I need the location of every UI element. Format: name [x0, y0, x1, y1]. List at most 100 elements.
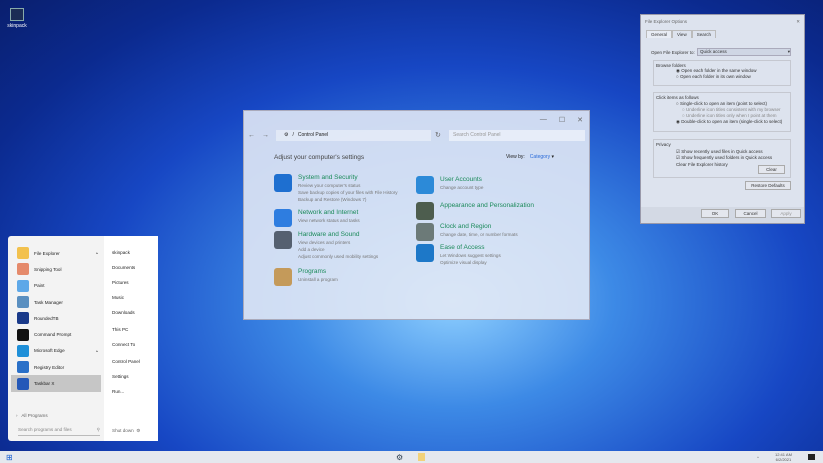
- app-icon: [17, 344, 29, 357]
- checkbox-frequent-folders[interactable]: Show frequently used folders in Quick ac…: [681, 155, 772, 160]
- category-title[interactable]: Hardware and Sound: [298, 231, 378, 238]
- view-by-dropdown[interactable]: Category: [530, 154, 550, 160]
- category-title[interactable]: Ease of Access: [440, 244, 501, 251]
- tray-chevron-icon[interactable]: ^: [757, 455, 759, 460]
- radio-own-window[interactable]: Open each folder in its own window: [680, 74, 751, 79]
- all-programs-button[interactable]: › All Programs: [16, 413, 48, 418]
- start-place-item[interactable]: Settings: [104, 369, 158, 384]
- start-place-item[interactable]: Run...: [104, 384, 158, 399]
- category-ease-of-access: Ease of Access Let Windows suggest settin…: [416, 244, 501, 266]
- start-item[interactable]: File Explorer ▸: [8, 245, 104, 261]
- file-explorer-options-dialog: File Explorer Options ✕ General View Search…: [640, 14, 805, 224]
- minimize-button[interactable]: —: [540, 116, 547, 123]
- start-place-item[interactable]: Control Panel: [104, 354, 158, 369]
- category-link[interactable]: View network status and tasks: [298, 217, 360, 224]
- start-item[interactable]: Task Manager: [8, 294, 104, 310]
- category-link[interactable]: View devices and printers: [298, 239, 378, 246]
- close-button[interactable]: ✕: [796, 19, 800, 25]
- app-icon: [17, 328, 29, 341]
- app-icon: [17, 361, 29, 374]
- start-item[interactable]: RoundedTB: [8, 310, 104, 326]
- file-explorer-taskbar-icon[interactable]: [418, 453, 425, 461]
- tab-general[interactable]: General: [646, 30, 673, 38]
- start-item[interactable]: Taskbar X: [11, 375, 101, 392]
- category-icon: [274, 174, 292, 192]
- category-title[interactable]: Appearance and Personalization: [440, 202, 534, 209]
- forward-button[interactable]: →: [262, 132, 272, 139]
- search-icon: ⚲: [96, 427, 100, 432]
- apply-button[interactable]: Apply: [771, 209, 801, 218]
- radio-same-window[interactable]: Open each folder in the same window: [681, 68, 756, 73]
- control-panel-icon: ⚙: [284, 132, 289, 138]
- category-link[interactable]: Save backup copies of your files with Fi…: [298, 189, 398, 196]
- category-link[interactable]: Optimize visual display: [440, 259, 501, 266]
- tab-search[interactable]: Search: [691, 30, 716, 38]
- category-icon: [416, 223, 434, 241]
- start-place-item[interactable]: This PC: [104, 322, 158, 337]
- radio-underline-browser[interactable]: Underline icon titles consistent with my…: [686, 107, 781, 112]
- category-system-and-security: System and Security Review your computer'…: [274, 174, 398, 203]
- radio-double-click[interactable]: Double-click to open an item (single-cli…: [681, 119, 782, 124]
- checkbox-recent-files[interactable]: Show recently used files in Quick access: [681, 149, 762, 154]
- start-item[interactable]: Snipping Tool: [8, 261, 104, 277]
- app-icon: [17, 296, 29, 309]
- category-title[interactable]: Network and Internet: [298, 209, 360, 216]
- notification-icon[interactable]: [808, 454, 815, 460]
- open-to-dropdown[interactable]: Quick access ▾: [697, 48, 791, 56]
- shutdown-button[interactable]: Shut down ⚙: [112, 428, 140, 434]
- maximize-button[interactable]: ☐: [559, 116, 565, 124]
- category-link[interactable]: Uninstall a program: [298, 276, 338, 283]
- start-place-item[interactable]: Documents: [104, 260, 158, 275]
- restore-defaults-button[interactable]: Restore Defaults: [745, 181, 791, 190]
- back-button[interactable]: ←: [248, 132, 258, 139]
- refresh-button[interactable]: ↻: [435, 131, 445, 139]
- start-menu: File Explorer ▸ Snipping Tool Paint Task Man…: [8, 236, 158, 441]
- category-title[interactable]: System and Security: [298, 174, 398, 181]
- desktop-icon-skinpack[interactable]: skinpack: [6, 8, 28, 29]
- app-icon: [17, 312, 29, 325]
- category-link[interactable]: Let Windows suggest settings: [440, 252, 501, 259]
- submenu-arrow-icon: ▸: [96, 348, 98, 353]
- cancel-button[interactable]: Cancel: [735, 209, 766, 218]
- category-icon: [274, 268, 292, 286]
- close-button[interactable]: ✕: [577, 116, 583, 124]
- radio-underline-point[interactable]: Underline icon titles only when I point …: [686, 113, 777, 118]
- settings-taskbar-icon[interactable]: ⚙: [396, 453, 403, 462]
- start-item[interactable]: Command Prompt: [8, 326, 104, 342]
- category-icon: [416, 176, 434, 194]
- category-link[interactable]: Adjust commonly used mobility settings: [298, 253, 378, 260]
- category-icon: [274, 209, 292, 227]
- start-item[interactable]: Microsoft Edge ▸: [8, 343, 104, 359]
- start-button-windows-icon[interactable]: ⊞: [6, 453, 13, 462]
- category-user-accounts: User Accounts Change account type: [416, 176, 483, 194]
- category-link[interactable]: Add a device: [298, 246, 378, 253]
- tab-view[interactable]: View: [672, 30, 692, 38]
- start-item[interactable]: Registry Editor: [8, 359, 104, 375]
- start-search-input[interactable]: Search programs and files ⚲: [18, 427, 100, 436]
- category-icon: [416, 202, 434, 220]
- start-place-item[interactable]: Downloads: [104, 305, 158, 320]
- category-link[interactable]: Change account type: [440, 184, 483, 191]
- search-input[interactable]: Search Control Panel: [449, 129, 585, 141]
- clock[interactable]: 12:41 AM 6/2/2021: [775, 452, 792, 462]
- app-icon: [17, 247, 29, 260]
- start-place-item[interactable]: Music: [104, 290, 158, 305]
- start-place-item[interactable]: Connect To: [104, 337, 158, 352]
- category-icon: [274, 231, 292, 249]
- view-by: View by: Category ▾: [505, 154, 554, 160]
- page-title: Adjust your computer's settings: [274, 154, 365, 161]
- category-link[interactable]: Change date, time, or number formats: [440, 231, 518, 238]
- radio-single-click[interactable]: Single-click to open an item (point to s…: [680, 101, 767, 106]
- start-place-item[interactable]: skinpack: [104, 245, 158, 260]
- category-title[interactable]: User Accounts: [440, 176, 483, 183]
- category-link[interactable]: Review your computer's status: [298, 182, 398, 189]
- submenu-arrow-icon: ▸: [96, 251, 98, 256]
- ok-button[interactable]: OK: [701, 209, 729, 218]
- start-item[interactable]: Paint: [8, 278, 104, 294]
- start-place-item[interactable]: Pictures: [104, 275, 158, 290]
- category-link[interactable]: Backup and Restore (Windows 7): [298, 196, 398, 203]
- address-bar[interactable]: ⚙ / Control Panel: [276, 129, 431, 141]
- category-title[interactable]: Clock and Region: [440, 223, 518, 230]
- clear-button[interactable]: Clear: [758, 165, 785, 174]
- category-title[interactable]: Programs: [298, 268, 338, 275]
